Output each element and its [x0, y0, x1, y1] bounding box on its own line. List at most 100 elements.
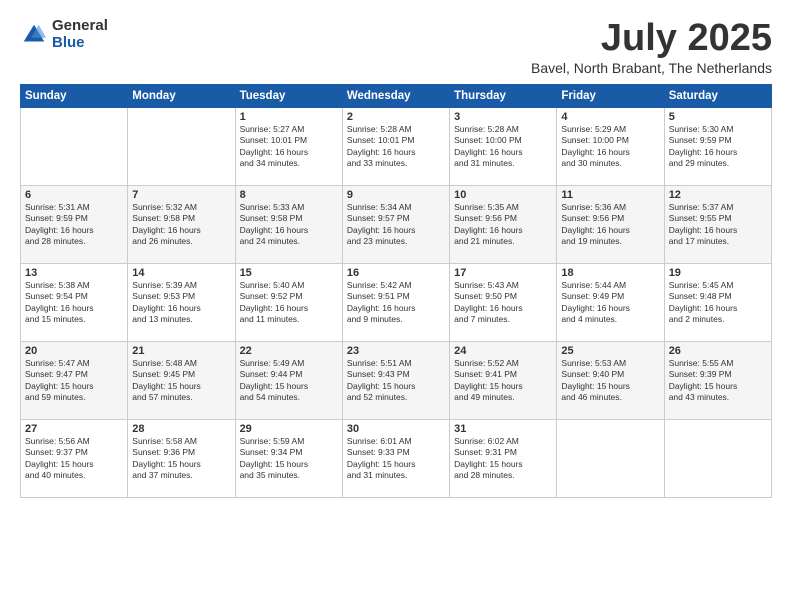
day-detail: Sunrise: 5:32 AM Sunset: 9:58 PM Dayligh… [132, 202, 230, 248]
day-detail: Sunrise: 5:31 AM Sunset: 9:59 PM Dayligh… [25, 202, 123, 248]
day-number: 4 [561, 111, 659, 123]
col-thursday: Thursday [450, 84, 557, 107]
day-number: 23 [347, 345, 445, 357]
table-row: 16Sunrise: 5:42 AM Sunset: 9:51 PM Dayli… [342, 263, 449, 341]
table-row: 12Sunrise: 5:37 AM Sunset: 9:55 PM Dayli… [664, 185, 771, 263]
logo-icon [20, 21, 48, 49]
calendar-week-row: 20Sunrise: 5:47 AM Sunset: 9:47 PM Dayli… [21, 341, 772, 419]
day-detail: Sunrise: 5:56 AM Sunset: 9:37 PM Dayligh… [25, 436, 123, 482]
day-detail: Sunrise: 6:02 AM Sunset: 9:31 PM Dayligh… [454, 436, 552, 482]
table-row: 23Sunrise: 5:51 AM Sunset: 9:43 PM Dayli… [342, 341, 449, 419]
calendar-week-row: 27Sunrise: 5:56 AM Sunset: 9:37 PM Dayli… [21, 419, 772, 497]
main-title: July 2025 [531, 18, 772, 60]
day-number: 17 [454, 267, 552, 279]
table-row [557, 419, 664, 497]
day-detail: Sunrise: 5:44 AM Sunset: 9:49 PM Dayligh… [561, 280, 659, 326]
day-detail: Sunrise: 5:35 AM Sunset: 9:56 PM Dayligh… [454, 202, 552, 248]
table-row: 29Sunrise: 5:59 AM Sunset: 9:34 PM Dayli… [235, 419, 342, 497]
table-row: 10Sunrise: 5:35 AM Sunset: 9:56 PM Dayli… [450, 185, 557, 263]
day-detail: Sunrise: 5:30 AM Sunset: 9:59 PM Dayligh… [669, 124, 767, 170]
logo-blue: Blue [52, 35, 108, 52]
day-detail: Sunrise: 5:55 AM Sunset: 9:39 PM Dayligh… [669, 358, 767, 404]
day-number: 20 [25, 345, 123, 357]
table-row: 9Sunrise: 5:34 AM Sunset: 9:57 PM Daylig… [342, 185, 449, 263]
table-row: 19Sunrise: 5:45 AM Sunset: 9:48 PM Dayli… [664, 263, 771, 341]
table-row [128, 107, 235, 185]
table-row: 27Sunrise: 5:56 AM Sunset: 9:37 PM Dayli… [21, 419, 128, 497]
table-row: 21Sunrise: 5:48 AM Sunset: 9:45 PM Dayli… [128, 341, 235, 419]
table-row [664, 419, 771, 497]
calendar-table: Sunday Monday Tuesday Wednesday Thursday… [20, 84, 772, 498]
day-detail: Sunrise: 5:38 AM Sunset: 9:54 PM Dayligh… [25, 280, 123, 326]
day-number: 11 [561, 189, 659, 201]
day-detail: Sunrise: 5:47 AM Sunset: 9:47 PM Dayligh… [25, 358, 123, 404]
day-number: 28 [132, 423, 230, 435]
day-number: 31 [454, 423, 552, 435]
day-number: 1 [240, 111, 338, 123]
day-number: 14 [132, 267, 230, 279]
day-detail: Sunrise: 6:01 AM Sunset: 9:33 PM Dayligh… [347, 436, 445, 482]
table-row: 6Sunrise: 5:31 AM Sunset: 9:59 PM Daylig… [21, 185, 128, 263]
day-number: 9 [347, 189, 445, 201]
table-row: 4Sunrise: 5:29 AM Sunset: 10:00 PM Dayli… [557, 107, 664, 185]
day-number: 21 [132, 345, 230, 357]
day-number: 26 [669, 345, 767, 357]
table-row: 24Sunrise: 5:52 AM Sunset: 9:41 PM Dayli… [450, 341, 557, 419]
table-row: 30Sunrise: 6:01 AM Sunset: 9:33 PM Dayli… [342, 419, 449, 497]
page: General Blue July 2025 Bavel, North Brab… [0, 0, 792, 612]
table-row: 28Sunrise: 5:58 AM Sunset: 9:36 PM Dayli… [128, 419, 235, 497]
day-detail: Sunrise: 5:53 AM Sunset: 9:40 PM Dayligh… [561, 358, 659, 404]
table-row: 15Sunrise: 5:40 AM Sunset: 9:52 PM Dayli… [235, 263, 342, 341]
day-detail: Sunrise: 5:43 AM Sunset: 9:50 PM Dayligh… [454, 280, 552, 326]
table-row: 25Sunrise: 5:53 AM Sunset: 9:40 PM Dayli… [557, 341, 664, 419]
table-row: 2Sunrise: 5:28 AM Sunset: 10:01 PM Dayli… [342, 107, 449, 185]
day-number: 19 [669, 267, 767, 279]
col-saturday: Saturday [664, 84, 771, 107]
col-sunday: Sunday [21, 84, 128, 107]
table-row: 3Sunrise: 5:28 AM Sunset: 10:00 PM Dayli… [450, 107, 557, 185]
calendar-header-row: Sunday Monday Tuesday Wednesday Thursday… [21, 84, 772, 107]
logo-general: General [52, 18, 108, 35]
day-number: 16 [347, 267, 445, 279]
table-row: 5Sunrise: 5:30 AM Sunset: 9:59 PM Daylig… [664, 107, 771, 185]
day-number: 6 [25, 189, 123, 201]
calendar-week-row: 13Sunrise: 5:38 AM Sunset: 9:54 PM Dayli… [21, 263, 772, 341]
day-number: 25 [561, 345, 659, 357]
day-detail: Sunrise: 5:28 AM Sunset: 10:00 PM Daylig… [454, 124, 552, 170]
day-number: 5 [669, 111, 767, 123]
day-number: 7 [132, 189, 230, 201]
day-number: 29 [240, 423, 338, 435]
header: General Blue July 2025 Bavel, North Brab… [20, 18, 772, 76]
day-detail: Sunrise: 5:33 AM Sunset: 9:58 PM Dayligh… [240, 202, 338, 248]
table-row: 1Sunrise: 5:27 AM Sunset: 10:01 PM Dayli… [235, 107, 342, 185]
calendar-week-row: 1Sunrise: 5:27 AM Sunset: 10:01 PM Dayli… [21, 107, 772, 185]
table-row: 31Sunrise: 6:02 AM Sunset: 9:31 PM Dayli… [450, 419, 557, 497]
table-row: 18Sunrise: 5:44 AM Sunset: 9:49 PM Dayli… [557, 263, 664, 341]
table-row: 13Sunrise: 5:38 AM Sunset: 9:54 PM Dayli… [21, 263, 128, 341]
day-number: 24 [454, 345, 552, 357]
table-row: 26Sunrise: 5:55 AM Sunset: 9:39 PM Dayli… [664, 341, 771, 419]
day-detail: Sunrise: 5:34 AM Sunset: 9:57 PM Dayligh… [347, 202, 445, 248]
day-number: 13 [25, 267, 123, 279]
col-tuesday: Tuesday [235, 84, 342, 107]
col-friday: Friday [557, 84, 664, 107]
day-number: 3 [454, 111, 552, 123]
day-detail: Sunrise: 5:40 AM Sunset: 9:52 PM Dayligh… [240, 280, 338, 326]
day-number: 10 [454, 189, 552, 201]
logo: General Blue [20, 18, 108, 51]
day-detail: Sunrise: 5:42 AM Sunset: 9:51 PM Dayligh… [347, 280, 445, 326]
day-detail: Sunrise: 5:39 AM Sunset: 9:53 PM Dayligh… [132, 280, 230, 326]
day-number: 12 [669, 189, 767, 201]
day-detail: Sunrise: 5:36 AM Sunset: 9:56 PM Dayligh… [561, 202, 659, 248]
col-monday: Monday [128, 84, 235, 107]
day-number: 8 [240, 189, 338, 201]
table-row [21, 107, 128, 185]
day-detail: Sunrise: 5:52 AM Sunset: 9:41 PM Dayligh… [454, 358, 552, 404]
day-number: 18 [561, 267, 659, 279]
day-detail: Sunrise: 5:58 AM Sunset: 9:36 PM Dayligh… [132, 436, 230, 482]
subtitle: Bavel, North Brabant, The Netherlands [531, 60, 772, 76]
day-number: 30 [347, 423, 445, 435]
table-row: 14Sunrise: 5:39 AM Sunset: 9:53 PM Dayli… [128, 263, 235, 341]
day-number: 15 [240, 267, 338, 279]
table-row: 17Sunrise: 5:43 AM Sunset: 9:50 PM Dayli… [450, 263, 557, 341]
